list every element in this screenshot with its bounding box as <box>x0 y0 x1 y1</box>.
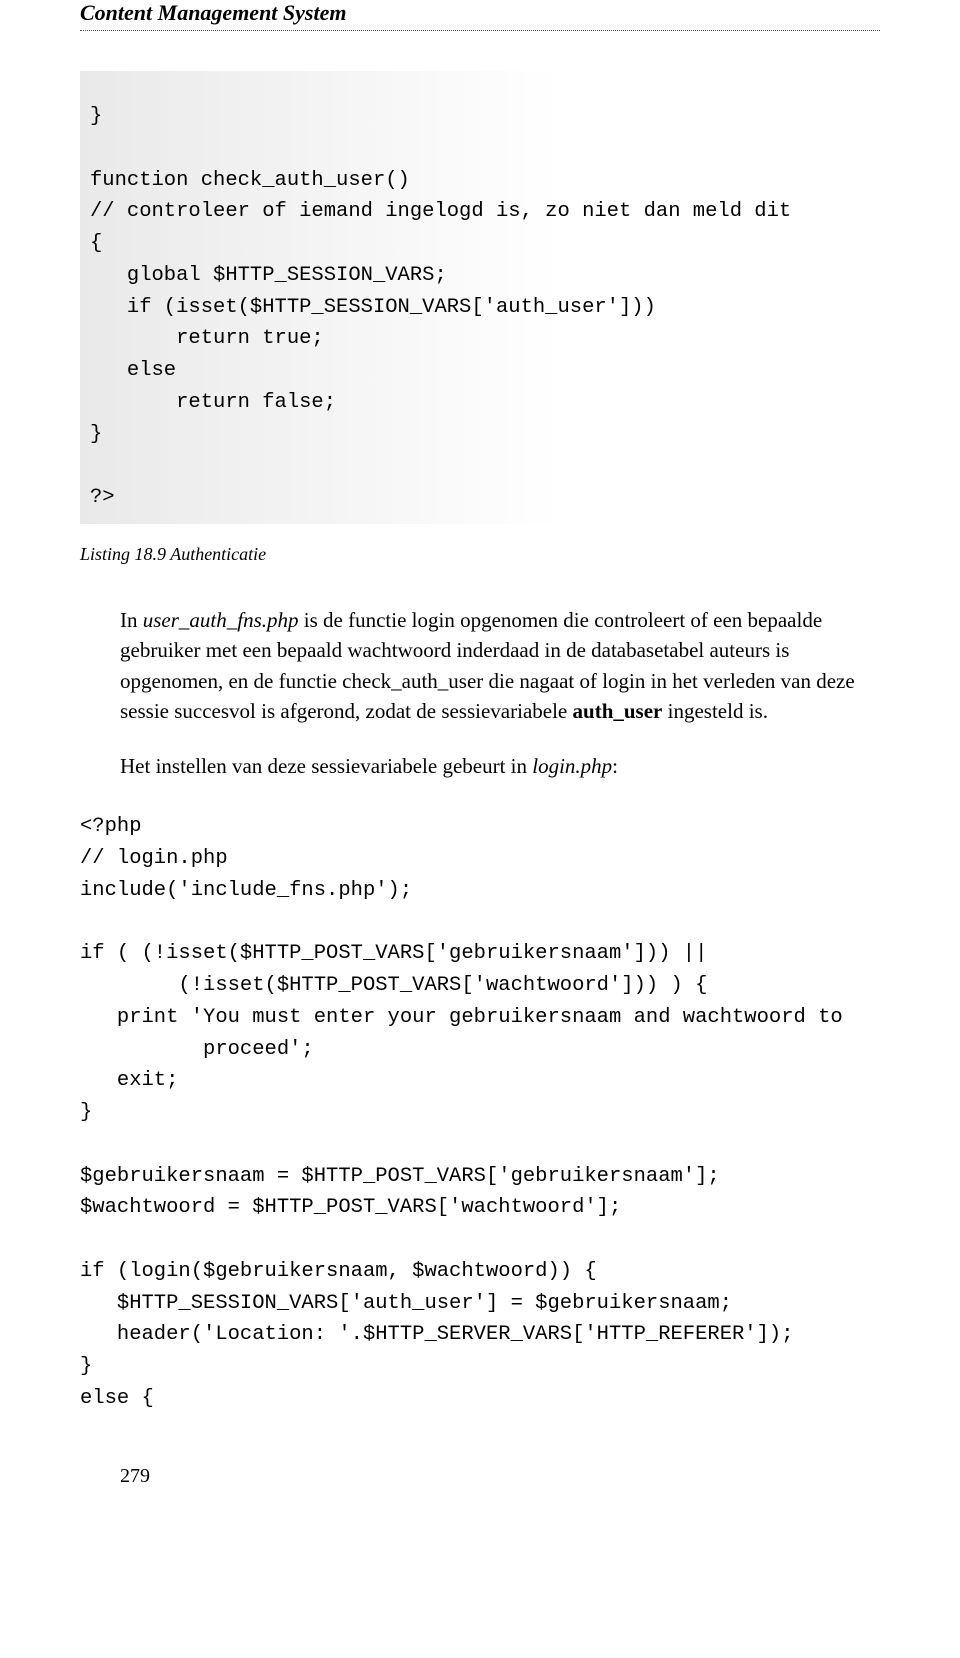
text: : <box>612 754 618 778</box>
text: Het instellen van deze sessievariabele g… <box>120 754 532 778</box>
code-listing-2: <?php // login.php include('include_fns.… <box>80 811 880 1415</box>
paragraph-1: In user_auth_fns.php is de functie login… <box>120 605 880 727</box>
code-listing-1: } function check_auth_user() // controle… <box>80 71 880 524</box>
text: In <box>120 608 143 632</box>
paragraph-2: Het instellen van deze sessievariabele g… <box>120 751 880 781</box>
listing-caption: Listing 18.9 Authenticatie <box>80 544 880 565</box>
running-header: Content Management System <box>80 0 880 31</box>
filename-italic: login.php <box>532 754 612 778</box>
variable-bold: auth_user <box>573 699 663 723</box>
text: ingesteld is. <box>662 699 768 723</box>
page-number: 279 <box>120 1465 880 1488</box>
filename-italic: user_auth_fns.php <box>143 608 299 632</box>
